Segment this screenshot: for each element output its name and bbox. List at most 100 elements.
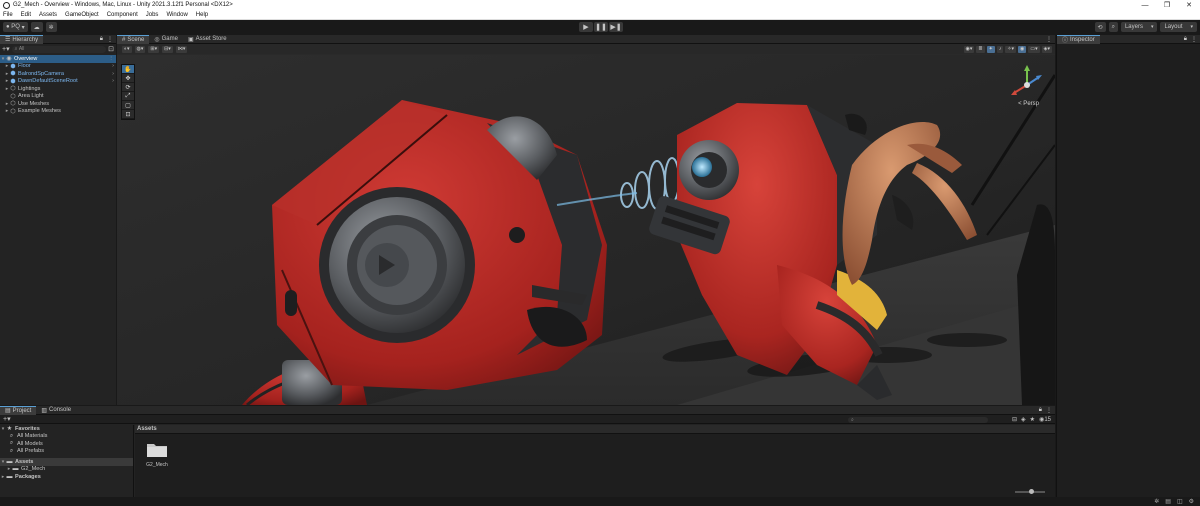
lock-icon[interactable]: 🔒︎ <box>1184 36 1187 43</box>
favorite-all-materials[interactable]: ⌕ All Materials <box>0 433 133 441</box>
collab-button[interactable]: ✲ <box>45 22 57 32</box>
gizmos-button[interactable]: ◈▾ <box>1041 45 1052 53</box>
lock-icon[interactable]: 🔒︎ <box>1039 407 1042 414</box>
progress-icon[interactable]: ✲ <box>1154 498 1159 505</box>
cloud-button[interactable]: ☁ <box>30 22 43 32</box>
search-icon: ⌕ <box>1111 23 1115 30</box>
gameobject-icon: ⬡ <box>10 93 16 100</box>
favorites-header[interactable]: ▾ ★ Favorites <box>0 425 133 433</box>
draw-mode-button[interactable]: ◍▾ <box>134 45 146 53</box>
undo-history-button[interactable]: ⟲ <box>1094 22 1106 32</box>
menu-file[interactable]: File <box>0 12 17 18</box>
tab-asset-store[interactable]: ▣ Asset Store <box>183 35 232 44</box>
pause-button[interactable]: ❚❚ <box>594 22 608 32</box>
lock-icon[interactable]: 🔒︎ <box>100 36 103 43</box>
gameobject-icon: ⬡ <box>10 108 16 115</box>
close-button[interactable]: ✕ <box>1178 0 1200 10</box>
tab-hierarchy[interactable]: ☰ Hierarchy <box>0 34 44 44</box>
packages-folder[interactable]: ▸ ▬ Packages <box>0 473 133 481</box>
project-search-input[interactable]: ⌕ <box>848 417 988 423</box>
more-options-icon[interactable]: ⋮ <box>108 56 116 62</box>
menu-component[interactable]: Component <box>103 12 142 18</box>
search-button[interactable]: ⌕ <box>1108 22 1118 32</box>
folder-icon: ▬ <box>6 458 13 465</box>
account-button[interactable]: ● PQ ▾ <box>3 22 28 32</box>
pivot-button[interactable]: ⊞▾ <box>148 45 160 53</box>
debug-mode-icon[interactable]: ⚙ <box>1189 498 1194 505</box>
cache-icon[interactable]: ◫ <box>1177 498 1183 505</box>
create-asset-button[interactable]: +▾ <box>0 415 11 423</box>
layout-dropdown[interactable]: Layout ▾ <box>1160 22 1197 32</box>
assets-folder[interactable]: ▾ ▬ Assets <box>0 458 133 466</box>
chevron-down-icon: ▾ <box>19 24 25 31</box>
view-tool-button[interactable]: ✋ <box>122 65 134 74</box>
scene-visibility-icon[interactable]: ⊡ <box>108 45 114 53</box>
console-status-icon[interactable]: ▤ <box>1165 498 1171 505</box>
scene-viewport[interactable]: ✋ ✥ ⟳ ⤢ ▢ ⊡ < Persp <box>117 55 1055 405</box>
menu-gameobject[interactable]: GameObject <box>61 12 103 18</box>
hidden-toggle[interactable]: ◉ <box>1018 45 1027 53</box>
filter-label-icon[interactable]: ◈ <box>1021 416 1026 423</box>
snap-button[interactable]: ⋈▾ <box>175 45 188 53</box>
favorite-icon[interactable]: ★ <box>1030 416 1035 423</box>
lighting-toggle[interactable]: ✦ <box>986 45 995 53</box>
shading-mode-button[interactable]: ◐▾ <box>122 45 132 53</box>
add-object-button[interactable]: +▾ <box>2 45 10 53</box>
hierarchy-item-dawn-root[interactable]: ▸ ⬢ DawnDefaultSceneRoot › <box>0 78 116 86</box>
layers-dropdown[interactable]: Layers ▾ <box>1120 22 1158 32</box>
transform-tool-button[interactable]: ⊡ <box>122 110 134 119</box>
hierarchy-item-lightings[interactable]: ▸ ⬡ Lightings <box>0 85 116 93</box>
menu-help[interactable]: Help <box>192 12 212 18</box>
hierarchy-item-example-meshes[interactable]: ▸ ⬡ Example Meshes <box>0 108 116 116</box>
persp-label[interactable]: < Persp <box>1018 101 1039 107</box>
tab-game[interactable]: ◎ Game <box>149 35 183 44</box>
asset-tile-g2-mech[interactable]: G2_Mech <box>143 441 171 468</box>
move-tool-button[interactable]: ✥ <box>122 74 134 83</box>
global-button[interactable]: ⊟▾ <box>162 45 173 53</box>
menu-assets[interactable]: Assets <box>35 12 61 18</box>
chevron-right-icon[interactable]: › <box>112 63 116 69</box>
icon-size-slider[interactable] <box>1015 489 1045 494</box>
favorite-all-models[interactable]: ⌕ All Models <box>0 440 133 448</box>
minimize-button[interactable]: — <box>1134 0 1156 10</box>
tab-project[interactable]: ▤ Project <box>0 405 37 415</box>
more-options-icon[interactable]: ⋮ <box>107 36 113 43</box>
chevron-right-icon[interactable]: › <box>112 71 116 77</box>
rect-tool-button[interactable]: ▢ <box>122 101 134 110</box>
favorite-all-prefabs[interactable]: ⌕ All Prefabs <box>0 448 133 456</box>
more-options-icon[interactable]: ⋮ <box>1046 407 1052 414</box>
hierarchy-item-use-meshes[interactable]: ▸ ⬡ Use Meshes <box>0 100 116 108</box>
audio-toggle[interactable]: ♪ <box>996 45 1004 53</box>
tab-console[interactable]: ▥ Console <box>36 406 76 415</box>
hidden-packages-icon[interactable]: ◉15 <box>1039 416 1051 423</box>
maximize-button[interactable]: ❐ <box>1156 0 1178 10</box>
more-options-icon[interactable]: ⋮ <box>1046 36 1052 43</box>
hierarchy-item-camera[interactable]: ▸ ⬢ BalrondSpCamera › <box>0 70 116 78</box>
hierarchy-item-area-light[interactable]: ⬡ Area Light <box>0 93 116 101</box>
menu-jobs[interactable]: Jobs <box>142 12 163 18</box>
rotate-tool-button[interactable]: ⟳ <box>122 83 134 92</box>
chevron-right-icon[interactable]: › <box>112 78 116 84</box>
camera-button[interactable]: ▭▾ <box>1028 45 1040 53</box>
effects-toggle[interactable]: ✧▾ <box>1005 45 1017 53</box>
breadcrumb[interactable]: Assets <box>135 425 1055 434</box>
menu-window[interactable]: Window <box>162 12 191 18</box>
favorite-label: All Models <box>17 440 43 447</box>
gizmo-sphere-button[interactable]: ◉▾ <box>963 45 975 53</box>
hierarchy-item-floor[interactable]: ▸ ⬢ Floor › <box>0 63 116 71</box>
account-label: PQ <box>11 24 20 30</box>
folder-g2-mech[interactable]: ▸ ▬ G2_Mech <box>0 466 133 474</box>
tab-scene[interactable]: # Scene <box>117 34 150 44</box>
more-options-icon[interactable]: ⋮ <box>1191 36 1197 43</box>
hierarchy-item-overview[interactable]: ▾ ◉ Overview ⋮ <box>0 55 116 63</box>
filter-type-icon[interactable]: ⊟ <box>1012 416 1017 423</box>
hierarchy-search-input[interactable]: ⌕ All <box>11 45 107 53</box>
step-button[interactable]: ▶❚ <box>609 22 623 32</box>
layers-button[interactable]: ≣ <box>976 45 985 53</box>
window-titlebar: G2_Mech - Overview - Windows, Mac, Linux… <box>0 0 1200 10</box>
tab-inspector[interactable]: ⓘ Inspector <box>1057 34 1100 44</box>
play-button[interactable]: ▶ <box>579 22 593 32</box>
menu-edit[interactable]: Edit <box>17 12 35 18</box>
scale-tool-button[interactable]: ⤢ <box>122 92 134 101</box>
slider-knob[interactable] <box>1029 489 1034 494</box>
